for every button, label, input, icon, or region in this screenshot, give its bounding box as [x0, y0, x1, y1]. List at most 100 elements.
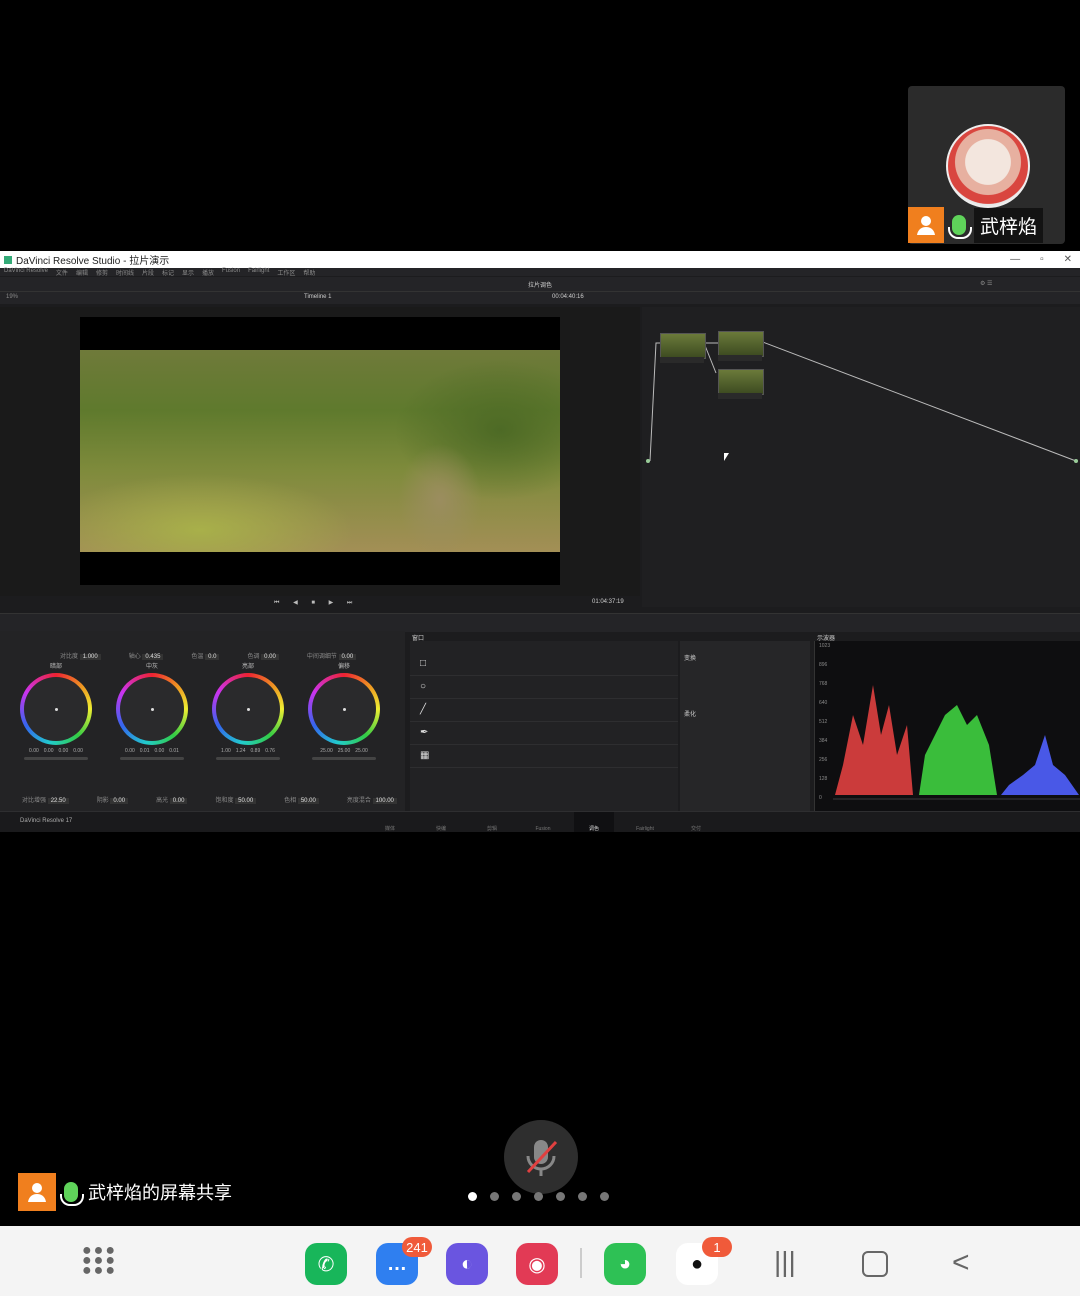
param[interactable]: 对比增强 22.50 [22, 795, 69, 804]
wheel-value[interactable]: 25.00 [320, 748, 333, 754]
zoom-level[interactable]: 19% [6, 294, 18, 300]
wheel-value[interactable]: 0.01 [169, 748, 179, 754]
wheel-value[interactable]: 1.24 [236, 748, 246, 754]
wheel-value[interactable]: 0.00 [125, 748, 135, 754]
param-value[interactable]: 50.00 [235, 798, 257, 804]
gradient-icon[interactable]: ▦ [420, 751, 430, 761]
page-tab[interactable]: 交付 [676, 812, 716, 832]
home-icon[interactable] [862, 1251, 888, 1277]
menu-item[interactable]: 标记 [162, 268, 174, 277]
param-value[interactable]: 0.0 [205, 654, 220, 660]
menu-item[interactable]: Fusion [222, 268, 240, 277]
maximize-icon[interactable]: ▫ [1040, 254, 1044, 265]
qq-app-icon[interactable]: ● 1 [676, 1237, 732, 1285]
wheel-value[interactable]: 0.00 [73, 748, 83, 754]
page-tab[interactable]: Fairlight [625, 812, 665, 832]
param-value[interactable]: 0.00 [261, 654, 279, 660]
circle-icon[interactable]: ○ [420, 682, 430, 692]
color-wheel[interactable] [308, 673, 380, 745]
wheel-handle[interactable] [150, 707, 154, 711]
param-value[interactable]: 1.000 [79, 654, 101, 660]
page-dot[interactable] [468, 1192, 477, 1201]
page-indicator[interactable] [468, 1192, 609, 1201]
window-shape-row[interactable]: ✒ [410, 722, 678, 745]
page-tab[interactable]: 媒体 [370, 812, 410, 832]
page-dot[interactable] [600, 1192, 609, 1201]
wheel-slider[interactable] [120, 757, 184, 760]
recents-icon[interactable]: ||| [774, 1246, 796, 1278]
wechat-app-icon[interactable]: ◕ [604, 1243, 646, 1285]
menu-item[interactable]: 文件 [56, 268, 68, 277]
param[interactable]: 阴影 0.00 [97, 795, 129, 804]
page-tab[interactable]: 快编 [421, 812, 461, 832]
wheel-value[interactable]: 0.00 [44, 748, 54, 754]
menu-item[interactable]: DaVinci Resolve [4, 268, 48, 277]
window-shape-row[interactable]: ╱ [410, 699, 678, 722]
playback-buttons[interactable]: ⏮ ◀ ■ ▶ ⏭ [274, 599, 358, 607]
wheel-value[interactable]: 25.00 [338, 748, 351, 754]
node-02[interactable] [718, 331, 764, 357]
wheel-value[interactable]: 1.00 [221, 748, 231, 754]
param[interactable]: 色相 50.00 [284, 795, 319, 804]
wheel-value[interactable]: 0.00 [29, 748, 39, 754]
menu-item[interactable]: 工作区 [277, 268, 295, 277]
internet-app-icon[interactable]: ◐ [446, 1243, 488, 1285]
back-icon[interactable]: < [952, 1246, 970, 1280]
wheel-value[interactable]: 0.76 [265, 748, 275, 754]
menu-item[interactable]: Fairlight [248, 268, 269, 277]
param[interactable]: 高光 0.00 [156, 795, 188, 804]
window-shape-row[interactable]: □ [410, 653, 678, 676]
square-icon[interactable]: □ [420, 659, 430, 669]
param-value[interactable]: 100.00 [372, 798, 397, 804]
window-shape-row[interactable]: ○ [410, 676, 678, 699]
line-icon[interactable]: ╱ [420, 705, 430, 715]
param-value[interactable]: 0.00 [110, 798, 129, 804]
page-tab[interactable]: 剪辑 [472, 812, 512, 832]
page-tab[interactable]: 调色 [574, 812, 614, 832]
color-wheel[interactable] [20, 673, 92, 745]
pen-icon[interactable]: ✒ [420, 728, 430, 738]
wheel-value[interactable]: 0.00 [59, 748, 69, 754]
page-dot[interactable] [512, 1192, 521, 1201]
wheel-slider[interactable] [24, 757, 88, 760]
page-dot[interactable] [556, 1192, 565, 1201]
page-dot[interactable] [534, 1192, 543, 1201]
node-graph[interactable] [642, 307, 1080, 607]
menu-item[interactable]: 帮助 [303, 268, 315, 277]
wheel-value[interactable]: 0.00 [155, 748, 165, 754]
wheel-handle[interactable] [54, 707, 58, 711]
param[interactable]: 色温 0.0 [191, 651, 220, 660]
wheel-slider[interactable] [216, 757, 280, 760]
page-dot[interactable] [578, 1192, 587, 1201]
wheel-handle[interactable] [246, 707, 250, 711]
window-shape-row[interactable]: ▦ [410, 745, 678, 768]
participant-tile[interactable]: 武梓焰 [908, 86, 1065, 244]
menu-item[interactable]: 编辑 [76, 268, 88, 277]
menu-item[interactable]: 显示 [182, 268, 194, 277]
menu-item[interactable]: 时间线 [116, 268, 134, 277]
param-value[interactable]: 0.00 [338, 654, 357, 660]
wheel-handle[interactable] [342, 707, 346, 711]
mute-button[interactable] [504, 1120, 578, 1194]
wheel-slider[interactable] [312, 757, 376, 760]
param[interactable]: 色调 0.00 [247, 651, 279, 660]
phone-app-icon[interactable]: ✆ [305, 1243, 347, 1285]
page-dot[interactable] [490, 1192, 499, 1201]
menu-item[interactable]: 片段 [142, 268, 154, 277]
param-value[interactable]: 0.00 [169, 798, 188, 804]
color-wheel[interactable] [116, 673, 188, 745]
param[interactable]: 中间调细节 0.00 [307, 651, 357, 660]
messages-app-icon[interactable]: … 241 [376, 1237, 432, 1285]
page-tab[interactable]: Fusion [523, 812, 563, 832]
close-icon[interactable]: ✕ [1064, 254, 1072, 265]
timeline-name[interactable]: Timeline 1 [304, 294, 331, 300]
param[interactable]: 轴心 0.435 [129, 651, 164, 660]
param[interactable]: 对比度 1.000 [60, 651, 101, 660]
wheel-value[interactable]: 0.01 [140, 748, 150, 754]
param[interactable]: 亮度混合 100.00 [347, 795, 397, 804]
wheel-value[interactable]: 0.89 [251, 748, 261, 754]
menu-item[interactable]: 播放 [202, 268, 214, 277]
camera-app-icon[interactable]: ◉ [516, 1243, 558, 1285]
palette-toolbar[interactable] [0, 613, 1080, 632]
app-drawer-icon[interactable]: ●●● ●●● ●●● [82, 1243, 117, 1279]
